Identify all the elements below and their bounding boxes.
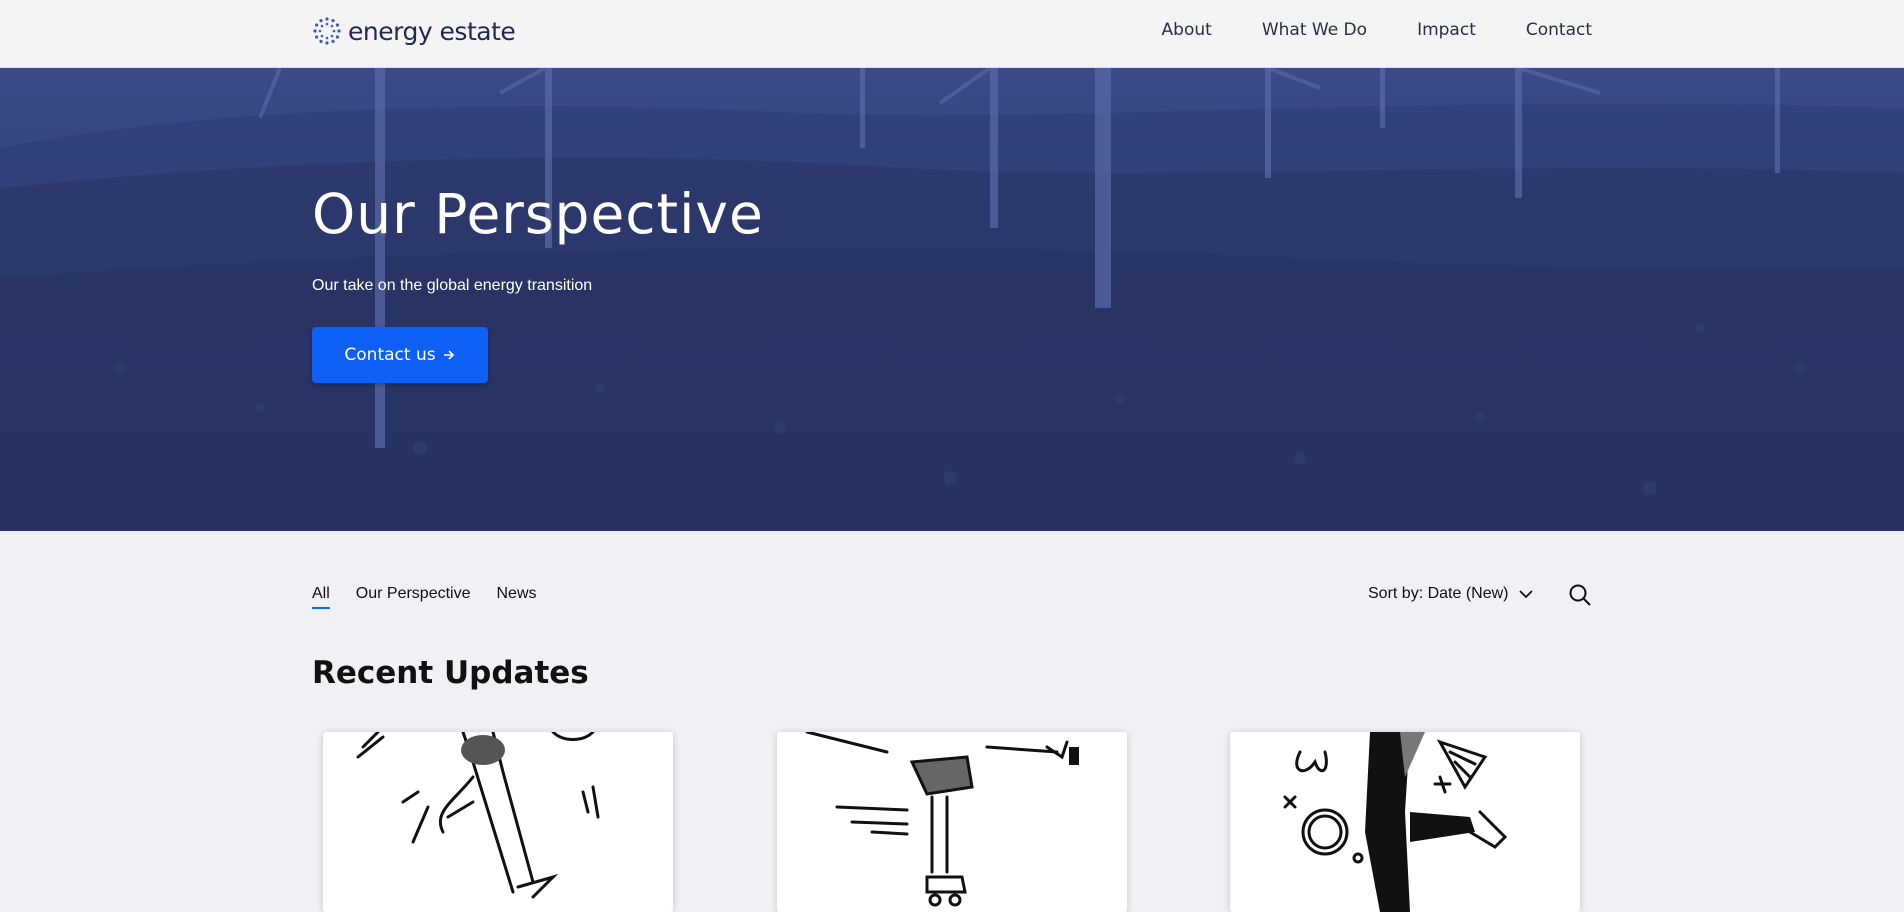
nav-what-we-do[interactable]: What We Do [1262, 20, 1367, 40]
nav-impact[interactable]: Impact [1417, 20, 1476, 40]
nav-about[interactable]: About [1162, 20, 1212, 40]
hero-subtitle: Our take on the global energy transition [312, 277, 593, 294]
sort-label: Sort by: Date (New) [1368, 585, 1509, 602]
sun-burst-logo-icon [313, 17, 341, 45]
brand-logo[interactable]: energy estate [312, 16, 516, 46]
hero-title: Our Perspective [312, 182, 764, 246]
skating-figure-illustration [805, 732, 1079, 907]
contact-us-button[interactable]: Contact us [312, 327, 488, 383]
article-card[interactable] [323, 732, 673, 912]
nav-contact[interactable]: Contact [1526, 20, 1592, 40]
running-figure-illustration [356, 732, 600, 899]
arrow-right-icon [443, 350, 454, 360]
section-title: Recent Updates [312, 655, 589, 691]
chevron-down-icon [1519, 590, 1534, 599]
sort-dropdown[interactable]: Sort by: Date (New) [1368, 585, 1534, 603]
brand-name: energy estate [348, 16, 516, 46]
main-nav: About What We Do Impact Contact [1162, 20, 1592, 40]
wind-turbine-hills-image [0, 68, 1904, 531]
site-header: energy estate About What We Do Impact Co… [0, 0, 1904, 68]
hero-banner: Our Perspective Our take on the global e… [0, 68, 1904, 531]
tab-news[interactable]: News [497, 585, 537, 609]
category-filter-tabs: All Our Perspective News [312, 585, 537, 609]
tab-all[interactable]: All [312, 585, 330, 609]
contact-us-label: Contact us [344, 345, 436, 365]
juggling-figure-illustration [1283, 732, 1508, 912]
article-card[interactable] [777, 732, 1127, 912]
search-icon[interactable] [1568, 583, 1592, 607]
tab-our-perspective[interactable]: Our Perspective [356, 585, 471, 609]
article-card[interactable] [1230, 732, 1580, 912]
